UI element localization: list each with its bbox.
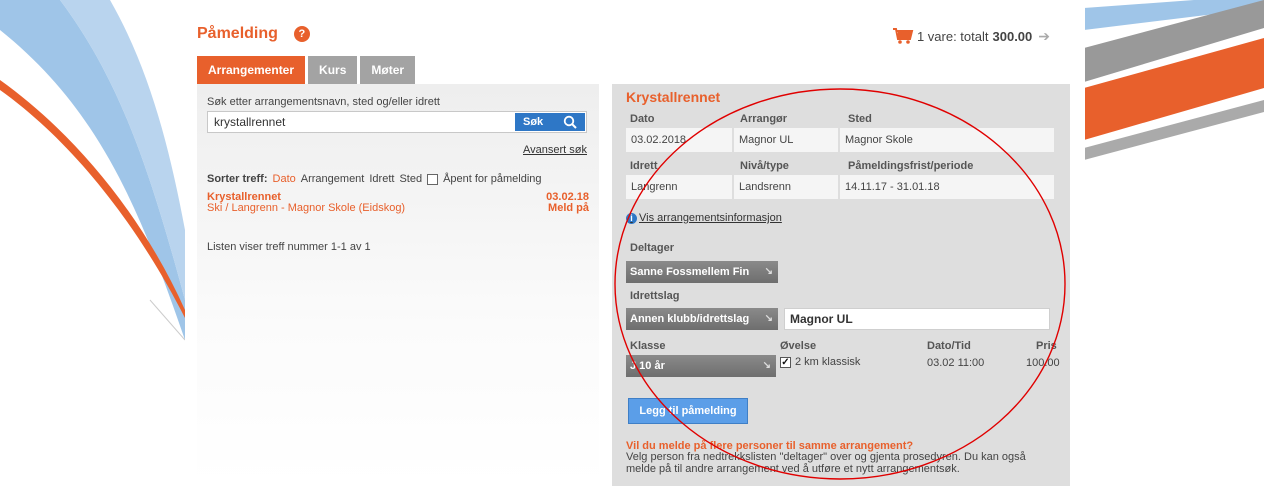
- search-label: Søk etter arrangementsnavn, sted og/elle…: [207, 96, 440, 108]
- dropdown-arrow-icon: ↘: [762, 360, 771, 371]
- result-action[interactable]: Meld på: [548, 203, 589, 214]
- event-title: Krystallrennet: [626, 89, 721, 105]
- header-frist: Påmeldingsfrist/periode: [848, 160, 974, 172]
- cart-icon[interactable]: [892, 27, 914, 45]
- value-sted: Magnor Skole: [840, 128, 1054, 152]
- left-decoration: [0, 0, 185, 491]
- idrettslag-label: Idrettslag: [630, 290, 680, 302]
- tab-bar: Arrangementer Kurs Møter: [197, 56, 418, 84]
- sort-option-sted[interactable]: Sted: [399, 173, 422, 185]
- info-icon: i: [626, 212, 637, 224]
- tab-moter[interactable]: Møter: [360, 56, 416, 84]
- datotid-label: Dato/Tid: [927, 340, 971, 352]
- header-arrangor: Arrangør: [740, 113, 788, 125]
- dropdown-arrow-icon: ↘: [764, 266, 773, 277]
- search-button-label: Søk: [523, 116, 544, 128]
- arrow-right-icon[interactable]: ➔: [1038, 28, 1050, 45]
- exercise-label: 2 km klassisk: [795, 356, 861, 368]
- result-item[interactable]: Krystallrennet 03.02.18 Ski / Langrenn -…: [207, 192, 589, 214]
- list-info: Listen viser treff nummer 1-1 av 1: [207, 241, 371, 253]
- deltager-select-value: Sanne Fossmellem Fin: [630, 266, 750, 278]
- result-details: Ski / Langrenn - Magnor Skole (Eidskog): [207, 202, 406, 214]
- club-name-input[interactable]: Magnor UL: [784, 308, 1050, 330]
- header-niva: Nivå/type: [740, 160, 789, 172]
- idrettslag-select[interactable]: Annen klubb/idrettslag ↘: [626, 308, 778, 330]
- value-niva: Landsrenn: [734, 175, 838, 199]
- deltager-label: Deltager: [630, 242, 675, 254]
- header-dato: Dato: [630, 113, 655, 125]
- search-panel: Søk etter arrangementsnavn, sted og/elle…: [197, 84, 599, 486]
- value-dato: 03.02.2018: [626, 128, 732, 152]
- sort-option-dato[interactable]: Dato: [273, 173, 296, 185]
- header-sted: Sted: [848, 113, 872, 125]
- exercise-option[interactable]: ✓ 2 km klassisk: [780, 356, 860, 368]
- page-title: Påmelding: [197, 25, 278, 42]
- dropdown-arrow-icon: ↘: [764, 313, 773, 324]
- pris-label: Pris: [1036, 340, 1057, 352]
- sort-option-idrett[interactable]: Idrett: [369, 173, 394, 185]
- right-decoration: [1084, 0, 1264, 491]
- value-frist: 14.11.17 - 31.01.18: [840, 175, 1054, 199]
- sort-option-arrangement[interactable]: Arrangement: [301, 173, 365, 185]
- decorative-swoosh-left: [0, 0, 185, 341]
- deltager-select[interactable]: Sanne Fossmellem Fin ↘: [626, 261, 778, 283]
- klasse-select[interactable]: J 10 år ↘: [626, 355, 776, 377]
- cart-items-text: 1 vare: totalt: [916, 28, 989, 44]
- event-info-link[interactable]: i Vis arrangementsinformasjon: [626, 212, 782, 224]
- open-checkbox-label: Åpent for påmelding: [443, 173, 542, 185]
- add-registration-button[interactable]: Legg til påmelding: [628, 398, 748, 424]
- help-icon[interactable]: ?: [293, 26, 310, 42]
- cart-total: 300.00: [992, 28, 1033, 44]
- exercise-checkbox[interactable]: ✓: [780, 356, 791, 368]
- advanced-search-link[interactable]: Avansert søk: [523, 144, 587, 156]
- exercise-datetime: 03.02 11:00: [927, 357, 985, 369]
- search-icon: [563, 115, 577, 129]
- main-content: Påmelding ? 1 vare: totalt 300.00 ➔ Arra…: [185, 0, 1085, 491]
- sort-label: Sorter treff:: [207, 173, 268, 185]
- note-text: Velg person fra nedtrekkslisten "deltage…: [626, 451, 1026, 475]
- shopping-cart[interactable]: 1 vare: totalt 300.00 ➔: [892, 27, 1050, 45]
- sort-row: Sorter treff: Dato Arrangement Idrett St…: [207, 173, 547, 185]
- page-header: Påmelding ?: [197, 22, 310, 46]
- decorative-stripes-right: [1084, 0, 1264, 160]
- tab-arrangementer[interactable]: Arrangementer: [197, 56, 306, 84]
- tab-kurs[interactable]: Kurs: [308, 56, 358, 84]
- ovelse-label: Øvelse: [780, 340, 817, 352]
- search-button[interactable]: Søk: [515, 113, 585, 131]
- idrettslag-select-value: Annen klubb/idrettslag: [630, 313, 750, 325]
- search-box: Søk: [207, 111, 587, 133]
- value-arrangor: Magnor UL: [734, 128, 838, 152]
- exercise-price: 100.00: [1026, 357, 1060, 369]
- value-idrett: Langrenn: [626, 175, 732, 199]
- header-idrett: Idrett: [630, 160, 658, 172]
- event-panel: Krystallrennet Dato Arrangør Sted 03.02.…: [612, 84, 1070, 486]
- klasse-label: Klasse: [630, 340, 666, 352]
- event-info-link-label: Vis arrangementsinformasjon: [639, 212, 782, 224]
- klasse-select-value: J 10 år: [630, 360, 665, 372]
- search-input[interactable]: [214, 115, 514, 129]
- open-checkbox[interactable]: [427, 173, 439, 185]
